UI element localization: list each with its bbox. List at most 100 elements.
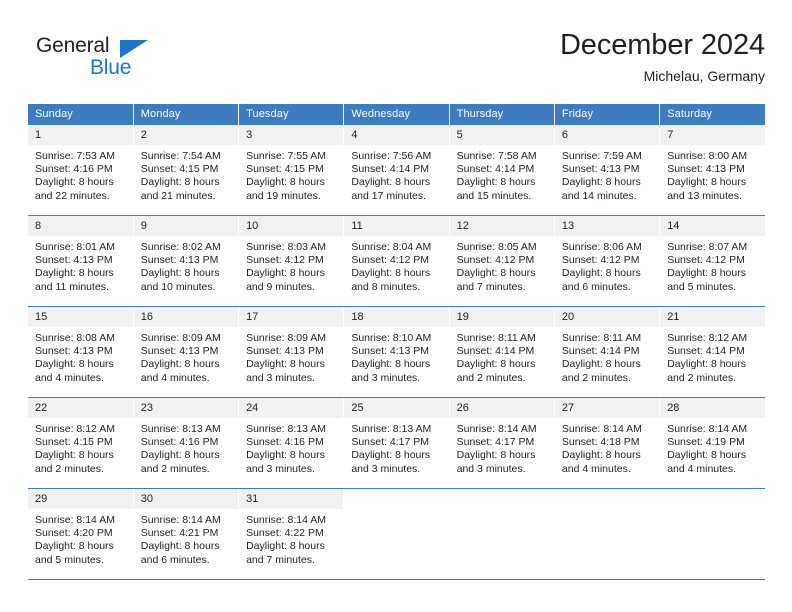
- day-number: [660, 489, 765, 509]
- daylight-text-line1: Daylight: 8 hours: [561, 176, 641, 189]
- calendar-grid: Sunday Monday Tuesday Wednesday Thursday…: [28, 104, 765, 580]
- day-cell[interactable]: 27 Sunrise: 8:14 AM Sunset: 4:18 PM Dayl…: [554, 397, 661, 489]
- sunrise-text: Sunrise: 8:10 AM: [351, 332, 432, 344]
- daylight-text-line1: Daylight: 8 hours: [667, 358, 746, 371]
- day-number: 7: [660, 125, 765, 145]
- daylight-text-line2: and 9 minutes.: [246, 280, 315, 293]
- calendar-week-row: 8 Sunrise: 8:01 AM Sunset: 4:13 PM Dayli…: [28, 215, 765, 307]
- sunrise-text: Sunrise: 7:55 AM: [246, 150, 327, 162]
- sunset-text: Sunset: 4:14 PM: [667, 345, 745, 358]
- day-details: Sunrise: 8:11 AM Sunset: 4:14 PM Dayligh…: [555, 327, 659, 385]
- sunrise-text: Sunrise: 8:07 AM: [667, 241, 748, 253]
- daylight-text-line2: and 3 minutes.: [351, 462, 421, 475]
- day-cell[interactable]: 6 Sunrise: 7:59 AM Sunset: 4:13 PM Dayli…: [554, 125, 661, 216]
- daylight-text-line1: Daylight: 8 hours: [246, 540, 325, 553]
- day-number: 6: [554, 125, 660, 145]
- day-details: Sunrise: 8:12 AM Sunset: 4:14 PM Dayligh…: [660, 327, 765, 385]
- sunset-text: Sunset: 4:14 PM: [561, 345, 640, 358]
- day-number: 30: [133, 489, 239, 509]
- day-cell-empty: [554, 488, 661, 580]
- page-subtitle: Michelau, Germany: [643, 68, 765, 84]
- day-cell[interactable]: 2 Sunrise: 7:54 AM Sunset: 4:15 PM Dayli…: [133, 125, 240, 216]
- day-cell[interactable]: 3 Sunrise: 7:55 AM Sunset: 4:15 PM Dayli…: [238, 125, 345, 216]
- daylight-text-line1: Daylight: 8 hours: [140, 449, 220, 462]
- day-cell[interactable]: 18 Sunrise: 8:10 AM Sunset: 4:13 PM Dayl…: [343, 306, 450, 398]
- daylight-text-line1: Daylight: 8 hours: [351, 267, 431, 280]
- day-details: Sunrise: 7:55 AM Sunset: 4:15 PM Dayligh…: [239, 145, 343, 203]
- day-details: Sunrise: 7:56 AM Sunset: 4:14 PM Dayligh…: [344, 145, 448, 203]
- sunrise-text: Sunrise: 8:03 AM: [246, 241, 327, 253]
- sunrise-text: Sunrise: 8:14 AM: [35, 514, 115, 526]
- sunset-text: Sunset: 4:19 PM: [667, 436, 745, 449]
- daylight-text-line2: and 3 minutes.: [246, 371, 315, 384]
- day-cell[interactable]: 17 Sunrise: 8:09 AM Sunset: 4:13 PM Dayl…: [238, 306, 345, 398]
- sunset-text: Sunset: 4:15 PM: [140, 163, 219, 176]
- day-cell[interactable]: 8 Sunrise: 8:01 AM Sunset: 4:13 PM Dayli…: [28, 215, 134, 307]
- sunrise-text: Sunrise: 7:54 AM: [140, 150, 221, 162]
- day-cell[interactable]: 11 Sunrise: 8:04 AM Sunset: 4:12 PM Dayl…: [343, 215, 450, 307]
- daylight-text-line2: and 2 minutes.: [456, 371, 526, 384]
- day-cell[interactable]: 4 Sunrise: 7:56 AM Sunset: 4:14 PM Dayli…: [343, 125, 450, 216]
- day-details: Sunrise: 8:11 AM Sunset: 4:14 PM Dayligh…: [450, 327, 554, 385]
- day-cell[interactable]: 19 Sunrise: 8:11 AM Sunset: 4:14 PM Dayl…: [449, 306, 555, 398]
- day-number: 19: [449, 307, 554, 327]
- daylight-text-line1: Daylight: 8 hours: [667, 267, 746, 280]
- sunset-text: Sunset: 4:13 PM: [140, 254, 219, 267]
- day-number: 1: [28, 125, 133, 145]
- sunrise-text: Sunrise: 7:59 AM: [561, 150, 642, 162]
- day-details: Sunrise: 8:14 AM Sunset: 4:18 PM Dayligh…: [555, 418, 659, 476]
- calendar-body: 1 Sunrise: 7:53 AM Sunset: 4:16 PM Dayli…: [28, 125, 765, 580]
- daylight-text-line2: and 17 minutes.: [351, 189, 427, 202]
- sunset-text: Sunset: 4:14 PM: [456, 163, 535, 176]
- sunrise-text: Sunrise: 7:56 AM: [351, 150, 432, 162]
- day-cell[interactable]: 9 Sunrise: 8:02 AM Sunset: 4:13 PM Dayli…: [133, 215, 240, 307]
- sunrise-text: Sunrise: 8:06 AM: [561, 241, 642, 253]
- day-cell[interactable]: 29 Sunrise: 8:14 AM Sunset: 4:20 PM Dayl…: [28, 488, 134, 580]
- day-cell[interactable]: 20 Sunrise: 8:11 AM Sunset: 4:14 PM Dayl…: [554, 306, 661, 398]
- day-cell[interactable]: 14 Sunrise: 8:07 AM Sunset: 4:12 PM Dayl…: [659, 215, 765, 307]
- sunrise-text: Sunrise: 8:14 AM: [561, 423, 642, 435]
- day-cell[interactable]: 28 Sunrise: 8:14 AM Sunset: 4:19 PM Dayl…: [659, 397, 765, 489]
- day-details: Sunrise: 8:14 AM Sunset: 4:17 PM Dayligh…: [450, 418, 554, 476]
- day-cell[interactable]: 23 Sunrise: 8:13 AM Sunset: 4:16 PM Dayl…: [133, 397, 240, 489]
- day-cell[interactable]: 5 Sunrise: 7:58 AM Sunset: 4:14 PM Dayli…: [449, 125, 555, 216]
- day-number: [344, 489, 449, 509]
- title-block: December 2024 Michelau, Germany: [560, 28, 765, 86]
- sunrise-text: Sunrise: 7:58 AM: [456, 150, 537, 162]
- sunrise-text: Sunrise: 8:14 AM: [667, 423, 748, 435]
- general-blue-logo[interactable]: General Blue: [36, 34, 166, 90]
- daylight-text-line1: Daylight: 8 hours: [246, 358, 325, 371]
- day-details: Sunrise: 7:58 AM Sunset: 4:14 PM Dayligh…: [450, 145, 554, 203]
- day-cell[interactable]: 7 Sunrise: 8:00 AM Sunset: 4:13 PM Dayli…: [659, 125, 765, 216]
- day-cell[interactable]: 30 Sunrise: 8:14 AM Sunset: 4:21 PM Dayl…: [133, 488, 240, 580]
- day-number: 3: [239, 125, 344, 145]
- day-cell[interactable]: 22 Sunrise: 8:12 AM Sunset: 4:15 PM Dayl…: [28, 397, 134, 489]
- day-number: 22: [28, 398, 133, 418]
- day-number: 20: [554, 307, 660, 327]
- day-cell[interactable]: 16 Sunrise: 8:09 AM Sunset: 4:13 PM Dayl…: [133, 306, 240, 398]
- day-cell[interactable]: 21 Sunrise: 8:12 AM Sunset: 4:14 PM Dayl…: [659, 306, 765, 398]
- daylight-text-line2: and 7 minutes.: [456, 280, 526, 293]
- daylight-text-line1: Daylight: 8 hours: [667, 176, 746, 189]
- day-cell[interactable]: 25 Sunrise: 8:13 AM Sunset: 4:17 PM Dayl…: [343, 397, 450, 489]
- sunrise-text: Sunrise: 8:01 AM: [35, 241, 115, 253]
- day-cell[interactable]: 12 Sunrise: 8:05 AM Sunset: 4:12 PM Dayl…: [449, 215, 555, 307]
- sunset-text: Sunset: 4:13 PM: [561, 163, 640, 176]
- daylight-text-line2: and 3 minutes.: [246, 462, 315, 475]
- sunset-text: Sunset: 4:13 PM: [667, 163, 745, 176]
- day-number: 26: [449, 398, 554, 418]
- day-cell[interactable]: 15 Sunrise: 8:08 AM Sunset: 4:13 PM Dayl…: [28, 306, 134, 398]
- sunset-text: Sunset: 4:12 PM: [561, 254, 640, 267]
- day-cell[interactable]: 1 Sunrise: 7:53 AM Sunset: 4:16 PM Dayli…: [28, 125, 134, 216]
- calendar-week-row: 1 Sunrise: 7:53 AM Sunset: 4:16 PM Dayli…: [28, 125, 765, 216]
- daylight-text-line1: Daylight: 8 hours: [246, 449, 325, 462]
- sunset-text: Sunset: 4:13 PM: [35, 345, 113, 358]
- day-cell[interactable]: 26 Sunrise: 8:14 AM Sunset: 4:17 PM Dayl…: [449, 397, 555, 489]
- day-details: Sunrise: 8:00 AM Sunset: 4:13 PM Dayligh…: [660, 145, 765, 203]
- day-cell[interactable]: 13 Sunrise: 8:06 AM Sunset: 4:12 PM Dayl…: [554, 215, 661, 307]
- daylight-text-line1: Daylight: 8 hours: [140, 267, 220, 280]
- day-cell[interactable]: 10 Sunrise: 8:03 AM Sunset: 4:12 PM Dayl…: [238, 215, 345, 307]
- day-details: Sunrise: 8:12 AM Sunset: 4:15 PM Dayligh…: [28, 418, 133, 476]
- day-cell[interactable]: 24 Sunrise: 8:13 AM Sunset: 4:16 PM Dayl…: [238, 397, 345, 489]
- day-cell[interactable]: 31 Sunrise: 8:14 AM Sunset: 4:22 PM Dayl…: [238, 488, 345, 580]
